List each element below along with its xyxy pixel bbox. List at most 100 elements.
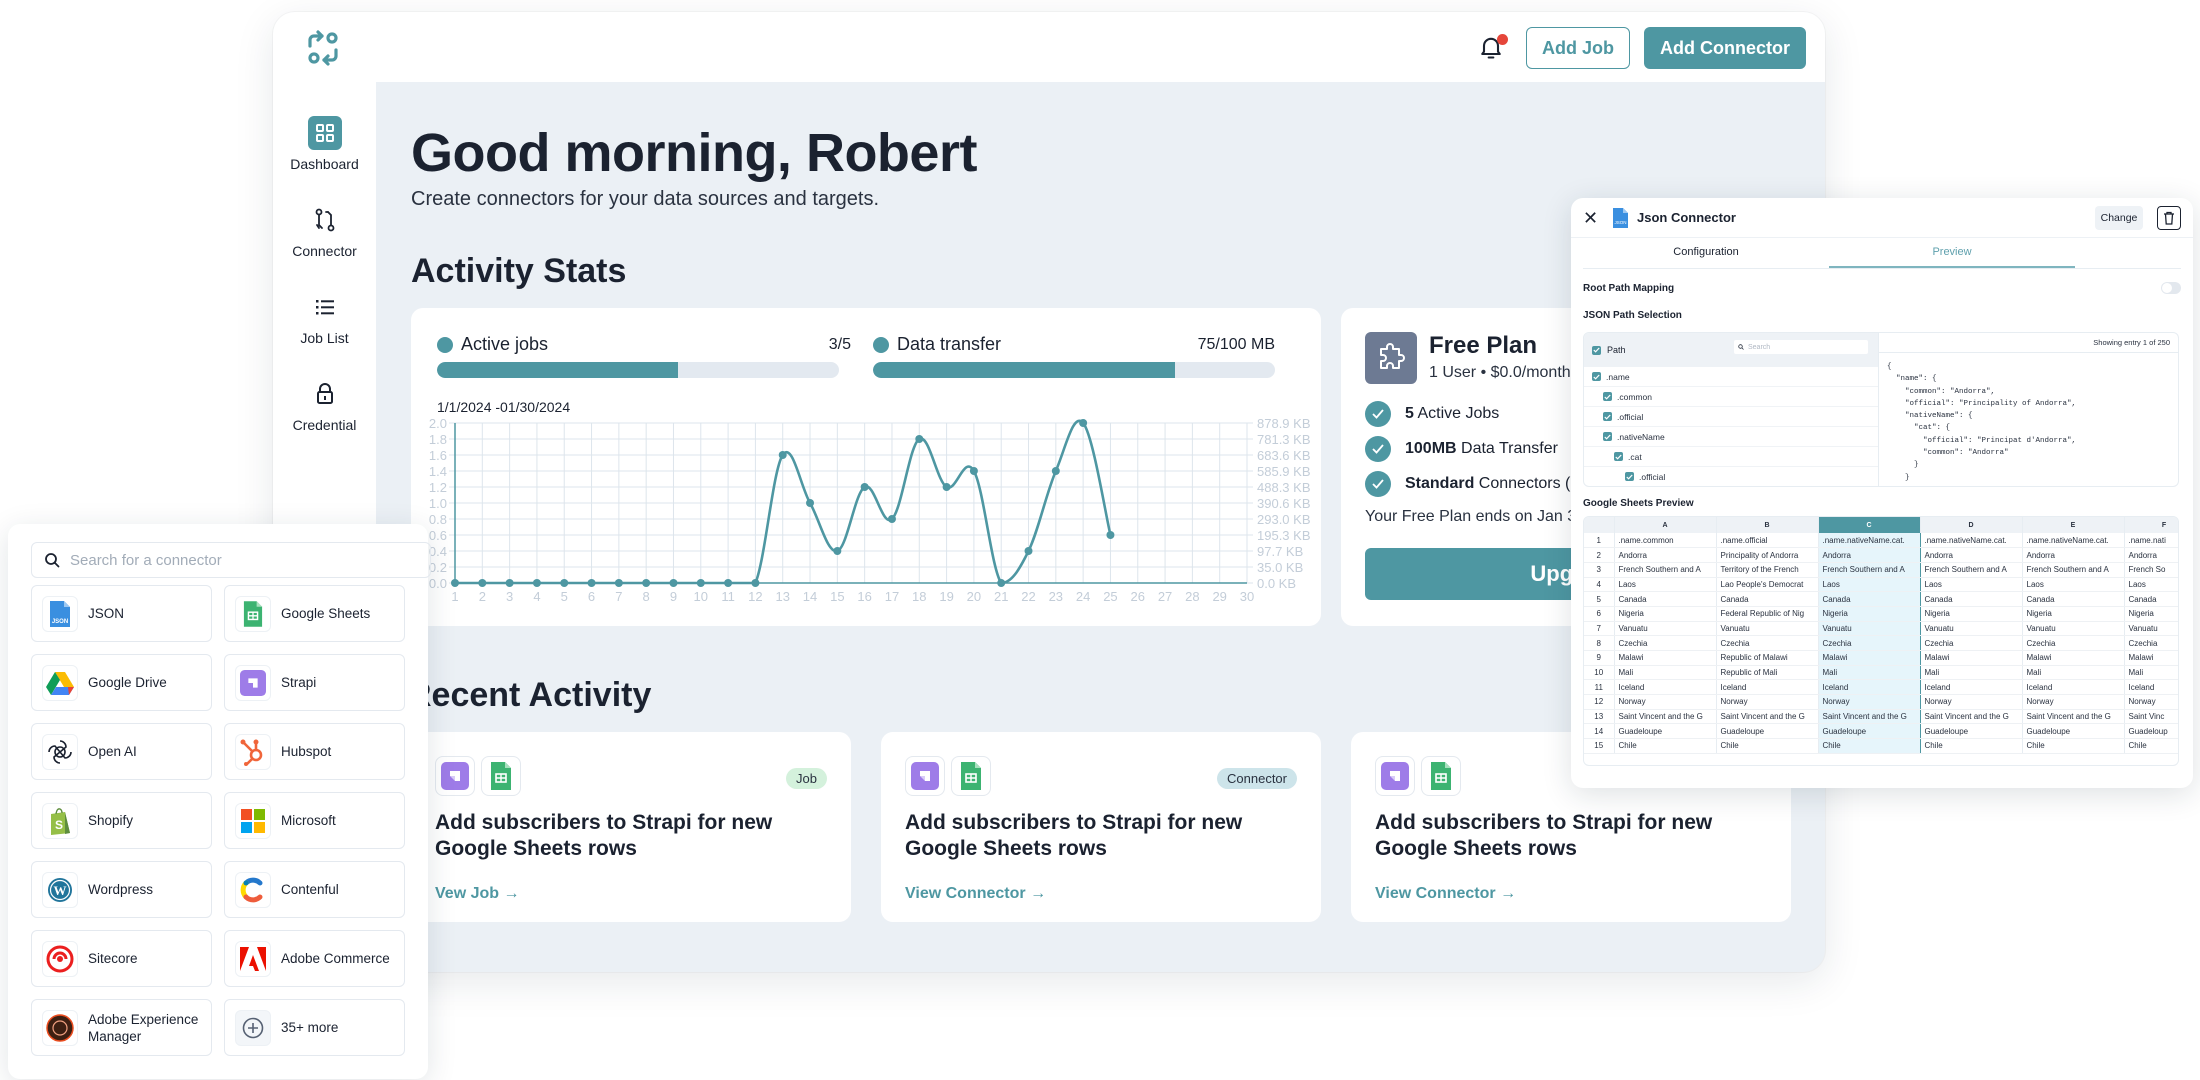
sheet-column-header[interactable]: E (2022, 517, 2125, 533)
sheet-cell[interactable]: Iceland (2022, 679, 2125, 696)
sheet-cell[interactable]: Nigeria (1920, 606, 2023, 622)
sheet-cell[interactable]: Vanuatu (2124, 621, 2178, 637)
add-connector-button[interactable]: Add Connector (1644, 27, 1806, 69)
sheet-column-header[interactable]: A (1614, 517, 1717, 533)
sheet-cell[interactable]: Chile (1817, 738, 1921, 754)
sheet-cell[interactable]: Saint Vincent and the G (1817, 709, 1921, 725)
sheet-cell[interactable]: Mali (1817, 665, 1921, 681)
connector-tile-adobe-experience-manager[interactable]: Adobe Experience Manager (31, 999, 212, 1056)
sheet-cell[interactable]: Andorra (1614, 547, 1717, 563)
sheet-cell[interactable]: Laos (2124, 577, 2178, 593)
sheet-cell[interactable]: Vanuatu (1614, 621, 1717, 637)
sidebar-item-dashboard[interactable]: Dashboard (273, 116, 376, 186)
connector-tile-open-ai[interactable]: Open AI (31, 723, 212, 780)
sheet-cell[interactable]: Norway (2022, 694, 2125, 710)
sheet-cell[interactable]: Canada (1614, 591, 1717, 607)
sheet-cell[interactable]: French Southern and A (1817, 562, 1921, 578)
sheet-cell[interactable]: Czechia (1817, 635, 1921, 651)
sheet-cell[interactable]: Principality of Andorra (1716, 547, 1819, 563)
path-row[interactable]: .name (1584, 367, 1878, 387)
sheet-cell[interactable]: Vanuatu (1716, 621, 1819, 637)
sidebar-item-job-list[interactable]: Job List (273, 290, 376, 360)
sheet-cell[interactable]: Mali (1920, 665, 2023, 681)
connector-tile-sitecore[interactable]: Sitecore (31, 930, 212, 987)
connector-tile-google-drive[interactable]: Google Drive (31, 654, 212, 711)
sheet-cell[interactable]: Republic of Mali (1716, 665, 1819, 681)
path-checkbox[interactable] (1603, 432, 1612, 441)
sheet-cell[interactable]: Vanuatu (2022, 621, 2125, 637)
path-row[interactable]: .common (1584, 387, 1878, 407)
sheet-cell[interactable]: Laos (1920, 577, 2023, 593)
connector-tile-wordpress[interactable]: W Wordpress (31, 861, 212, 918)
sheet-cell[interactable]: Malawi (1614, 650, 1717, 666)
sheet-cell[interactable]: Czechia (1920, 635, 2023, 651)
sheet-column-header[interactable]: B (1716, 517, 1819, 533)
sheet-cell[interactable]: Guadeloupe (1920, 723, 2023, 740)
sheet-cell[interactable]: .name.nativeName.cat. (1817, 533, 1921, 549)
activity-view-link[interactable]: View Connector → (1375, 885, 1516, 903)
sheet-cell[interactable]: Malawi (1920, 650, 2023, 666)
sheet-cell[interactable]: Malawi (1817, 650, 1921, 666)
sheet-cell[interactable]: Nigeria (2124, 606, 2178, 622)
connector-search-input[interactable] (70, 551, 390, 569)
sheet-cell[interactable]: .name.common (1614, 533, 1717, 549)
connector-tile-contenful[interactable]: Contenful (224, 861, 405, 918)
path-row[interactable]: .cat (1584, 447, 1878, 467)
sheet-cell[interactable]: Canada (1716, 591, 1819, 607)
sheet-cell[interactable]: Iceland (2124, 679, 2178, 696)
sheet-cell[interactable]: Andorra (1817, 547, 1921, 563)
sheet-cell[interactable]: Canada (2124, 591, 2178, 607)
sheet-cell[interactable]: Laos (1817, 577, 1921, 593)
sheet-column-header[interactable]: C (1818, 517, 1921, 533)
sheet-cell[interactable]: .name.official (1716, 533, 1819, 549)
sheet-column-header[interactable]: F (2124, 517, 2178, 533)
sheet-cell[interactable]: French Southern and A (1614, 562, 1717, 578)
connector-tile-adobe-commerce[interactable]: Adobe Commerce (224, 930, 405, 987)
sheet-cell[interactable]: Guadeloupe (1817, 723, 1921, 740)
close-icon[interactable]: ✕ (1583, 208, 1598, 229)
path-checkbox[interactable] (1625, 472, 1634, 481)
sheet-cell[interactable]: Andorra (1920, 547, 2023, 563)
sheet-cell[interactable]: Iceland (1817, 679, 1921, 696)
connector-tile-json[interactable]: JSON JSON (31, 585, 212, 642)
sheet-cell[interactable]: Andorra (2124, 547, 2178, 563)
sheet-cell[interactable]: Vanuatu (1817, 621, 1921, 637)
sheet-cell[interactable]: Canada (1920, 591, 2023, 607)
add-job-button[interactable]: Add Job (1526, 27, 1630, 69)
sheet-cell[interactable]: Laos (1614, 577, 1717, 593)
sheet-cell[interactable]: Malawi (2124, 650, 2178, 666)
sheet-cell[interactable]: Iceland (1920, 679, 2023, 696)
sheet-cell[interactable]: Nigeria (2022, 606, 2125, 622)
path-checkbox[interactable] (1614, 452, 1623, 461)
activity-view-link[interactable]: View Connector → (905, 885, 1046, 903)
sheet-cell[interactable]: Chile (1920, 738, 2023, 754)
sheet-cell[interactable]: Chile (2124, 738, 2178, 754)
activity-view-link[interactable]: Vew Job → (435, 885, 519, 903)
sheet-cell[interactable]: Territory of the French (1716, 562, 1819, 578)
sheet-cell[interactable]: French So (2124, 562, 2178, 578)
select-all-checkbox[interactable] (1592, 345, 1601, 355)
connector-search-field[interactable] (31, 542, 431, 578)
path-checkbox[interactable] (1603, 392, 1612, 401)
sheet-cell[interactable]: .name.nati (2124, 533, 2178, 549)
sheet-cell[interactable]: Canada (1817, 591, 1921, 607)
sheet-cell[interactable]: Norway (1716, 694, 1819, 710)
sheet-cell[interactable]: Iceland (1614, 679, 1717, 696)
connector-tile-hubspot[interactable]: Hubspot (224, 723, 405, 780)
sheet-cell[interactable]: Czechia (1716, 635, 1819, 651)
path-checkbox[interactable] (1592, 372, 1601, 381)
sheet-cell[interactable]: Mali (1614, 665, 1717, 681)
sheet-cell[interactable]: French Southern and A (2022, 562, 2125, 578)
sheet-cell[interactable]: Nigeria (1817, 606, 1921, 622)
sheet-cell[interactable]: Chile (1614, 738, 1717, 754)
sheet-cell[interactable]: Saint Vincent and the G (1920, 709, 2023, 725)
sheet-cell[interactable]: Guadeloupe (2022, 723, 2125, 740)
connector-tile-35-more[interactable]: 35+ more (224, 999, 405, 1056)
sidebar-item-connector[interactable]: Connector (273, 203, 376, 273)
sheet-cell[interactable]: Saint Vincent and the G (2022, 709, 2125, 725)
sheet-cell[interactable]: Norway (1817, 694, 1921, 710)
sheet-cell[interactable]: Norway (1920, 694, 2023, 710)
tab-configuration[interactable]: Configuration (1583, 246, 1829, 268)
change-button[interactable]: Change (2095, 206, 2143, 230)
sheet-cell[interactable]: Norway (1614, 694, 1717, 710)
